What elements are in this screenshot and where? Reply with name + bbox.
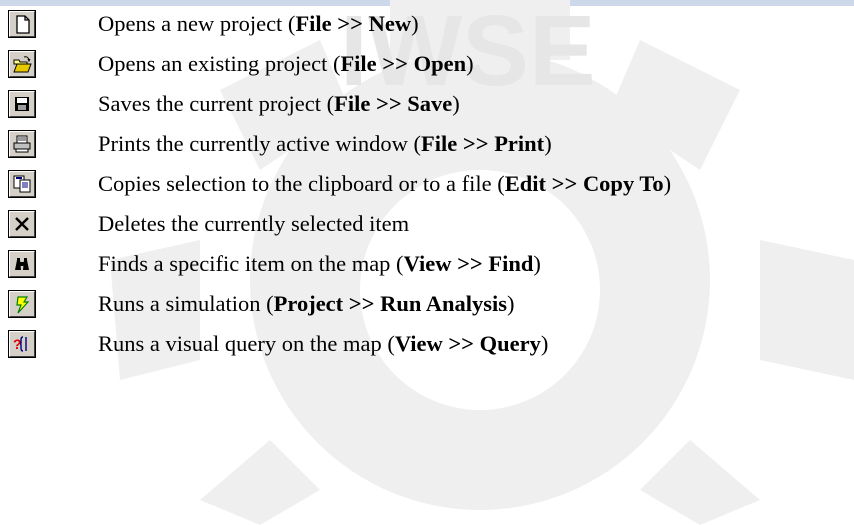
- legend-row: Copies selection to the clipboard or to …: [0, 168, 854, 204]
- menu-separator: >>: [546, 171, 583, 196]
- menu-separator: >>: [442, 331, 480, 356]
- description-close: ): [411, 11, 419, 36]
- description-text: Opens a new project (: [98, 11, 296, 36]
- menu-name: View: [394, 331, 443, 356]
- legend-row: Saves the current project (File >> Save): [0, 88, 854, 124]
- description-close: ): [507, 291, 515, 316]
- row-description: Saves the current project (File >> Save): [98, 90, 460, 118]
- row-description: Deletes the currently selected item: [98, 210, 409, 238]
- legend-row: Opens an existing project (File >> Open): [0, 48, 854, 84]
- lightning-run-icon: [16, 296, 30, 314]
- menu-separator: >>: [451, 251, 489, 276]
- toolbar-button[interactable]: [8, 90, 36, 118]
- legend-row: Opens a new project (File >> New): [0, 8, 854, 44]
- description-close: ): [466, 51, 474, 76]
- description-close: ): [663, 171, 672, 196]
- command-name: Print: [494, 131, 545, 156]
- menu-separator: >>: [457, 131, 495, 156]
- toolbar-button[interactable]: ?: [8, 330, 36, 358]
- command-name: New: [368, 11, 412, 36]
- description-close: ): [544, 131, 552, 156]
- printer-icon: [13, 135, 31, 153]
- toolbar-button[interactable]: [8, 290, 36, 318]
- new-document-icon: [16, 15, 30, 34]
- command-name: Run Analysis: [380, 291, 508, 316]
- row-description: Opens an existing project (File >> Open): [98, 50, 474, 78]
- menu-name: Project: [273, 291, 344, 316]
- binoculars-icon: [15, 258, 29, 270]
- save-disk-icon: [15, 97, 29, 111]
- description-text: Saves the current project (: [98, 91, 335, 116]
- description-text: Prints the currently active window (: [98, 131, 422, 156]
- toolbar-button[interactable]: [8, 250, 36, 278]
- row-description: Runs a simulation (Project >> Run Analys…: [98, 290, 515, 318]
- open-folder-icon: [13, 56, 32, 73]
- menu-name: File: [421, 131, 458, 156]
- description-close: ): [540, 331, 549, 356]
- menu-separator: >>: [370, 91, 408, 116]
- query-icon: ?: [13, 336, 27, 352]
- menu-name: File: [295, 11, 332, 36]
- command-name: Find: [488, 251, 534, 276]
- legend-row: Runs a simulation (Project >> Run Analys…: [0, 288, 854, 324]
- legend-row: ? Runs a visual query on the map (View >>…: [0, 328, 854, 364]
- delete-x-icon: [15, 217, 29, 231]
- toolbar-button[interactable]: [8, 130, 36, 158]
- menu-separator: >>: [331, 11, 369, 36]
- menu-name: View: [403, 251, 452, 276]
- legend-row: Finds a specific item on the map (View >…: [0, 248, 854, 284]
- toolbar-button[interactable]: [8, 170, 36, 198]
- menu-name: File: [334, 91, 371, 116]
- description-close: ): [452, 91, 460, 116]
- description-text: Finds a specific item on the map (: [98, 251, 404, 276]
- description-text: Opens an existing project (: [98, 51, 341, 76]
- description-text: Copies selection to the clipboard or to …: [98, 171, 505, 196]
- legend-row: Prints the currently active window (File…: [0, 128, 854, 164]
- row-description: Copies selection to the clipboard or to …: [98, 170, 671, 198]
- command-name: Save: [407, 91, 453, 116]
- description-text: Deletes the currently selected item: [98, 211, 410, 236]
- row-description: Finds a specific item on the map (View >…: [98, 250, 541, 278]
- menu-separator: >>: [343, 291, 381, 316]
- command-name: Open: [413, 51, 467, 76]
- copy-to-icon: [13, 175, 31, 193]
- toolbar-button[interactable]: [8, 50, 36, 78]
- toolbar-button[interactable]: [8, 10, 36, 38]
- menu-name: Edit: [504, 171, 547, 196]
- row-description: Prints the currently active window (File…: [98, 130, 552, 158]
- command-name: Copy To: [582, 171, 664, 196]
- menu-separator: >>: [376, 51, 414, 76]
- description-text: Runs a simulation (: [98, 291, 274, 316]
- row-description: Runs a visual query on the map (View >> …: [98, 330, 548, 358]
- toolbar-button[interactable]: [8, 210, 36, 238]
- command-name: Query: [479, 331, 541, 356]
- row-description: Opens a new project (File >> New): [98, 10, 419, 38]
- description-text: Runs a visual query on the map (: [98, 331, 395, 356]
- description-close: ): [533, 251, 541, 276]
- legend-row: Deletes the currently selected item: [0, 208, 854, 244]
- top-border-bar: [0, 0, 854, 6]
- menu-name: File: [340, 51, 377, 76]
